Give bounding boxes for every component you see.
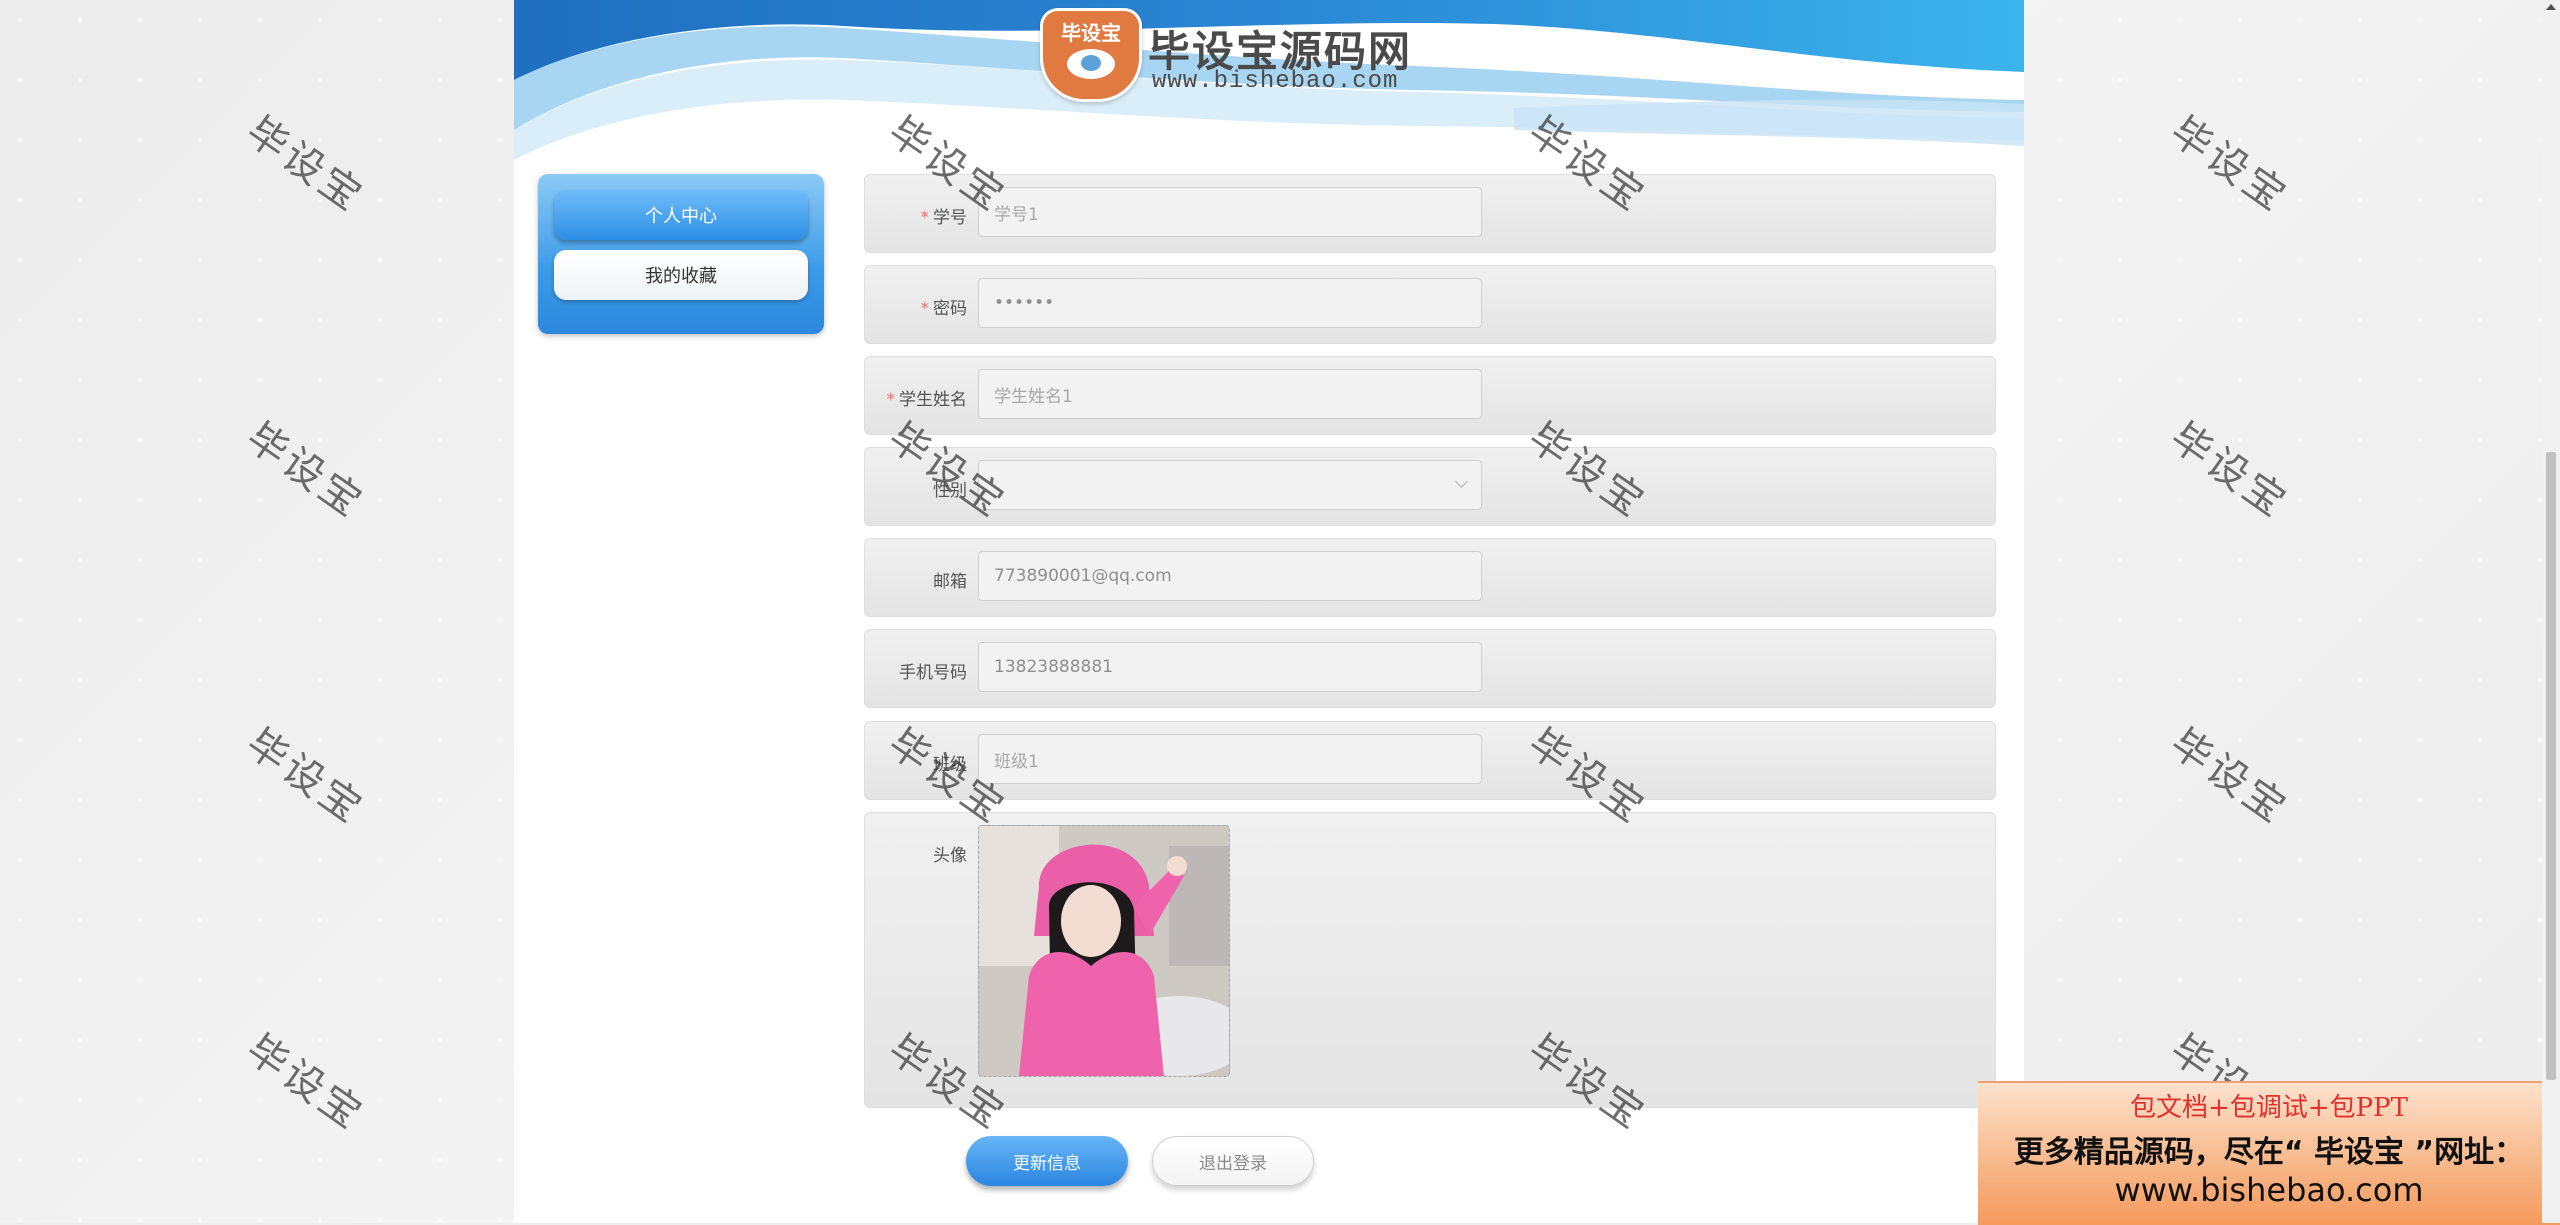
form-row-avatar: 头像 — [864, 812, 1996, 1108]
password-label: * 密码 — [920, 299, 968, 319]
form-row-password: * 密码 — [864, 265, 1996, 344]
form-row-student-name: * 学生姓名 — [864, 356, 1996, 435]
student-no-input[interactable] — [978, 187, 1482, 237]
logo-badge-text: 毕设宝 — [1061, 23, 1121, 45]
password-input[interactable] — [978, 278, 1482, 328]
gender-label: 性别 — [933, 481, 967, 501]
required-mark: * — [920, 299, 930, 319]
sidebar-item-personal-center[interactable]: 个人中心 — [554, 190, 808, 240]
phone-input[interactable] — [978, 642, 1482, 692]
email-label: 邮箱 — [933, 572, 967, 592]
promo-line-services: 包文档+包调试+包PPT — [2130, 1093, 2408, 1123]
update-info-button[interactable]: 更新信息 — [966, 1136, 1128, 1186]
email-input[interactable] — [978, 551, 1482, 601]
gender-select-input[interactable] — [978, 460, 1482, 510]
form-row-email: 邮箱 — [864, 538, 1996, 617]
promo-line-more-source: 更多精品源码，尽在“ 毕设宝 ”网址： — [2013, 1135, 2525, 1170]
form-row-phone: 手机号码 — [864, 629, 1996, 708]
promo-banner[interactable]: 包文档+包调试+包PPT 更多精品源码，尽在“ 毕设宝 ”网址： www.bis… — [1978, 1081, 2560, 1225]
form-row-class: 班级 — [864, 721, 1996, 800]
logo-badge-icon: 毕设宝 — [1040, 8, 1142, 102]
class-input[interactable] — [978, 734, 1482, 784]
form-row-gender: 性别 — [864, 447, 1996, 526]
header-banner: 毕设宝 毕设宝源码网 www.bishebao.com — [514, 0, 2024, 160]
required-mark: * — [886, 390, 896, 410]
gender-select[interactable] — [978, 460, 1482, 510]
promo-line-url: www.bishebao.com — [2114, 1171, 2424, 1209]
site-logo[interactable]: 毕设宝 毕设宝源码网 www.bishebao.com — [1024, 8, 1924, 102]
class-label: 班级 — [933, 755, 967, 775]
logo-url: www.bishebao.com — [1152, 68, 1399, 95]
student-name-label: * 学生姓名 — [886, 390, 968, 410]
student-name-input[interactable] — [978, 369, 1482, 419]
scroll-up-arrow-icon[interactable] — [2546, 4, 2556, 10]
main-page: 毕设宝 毕设宝源码网 www.bishebao.com 个人中心 我的收藏 * 学… — [514, 0, 2024, 1223]
avatar-label: 头像 — [933, 846, 967, 866]
avatar-photo — [979, 826, 1229, 1076]
scrollbar-thumb[interactable] — [2546, 452, 2556, 1080]
logo-eye-shape — [1081, 55, 1101, 71]
avatar-upload[interactable] — [978, 825, 1230, 1077]
logout-button[interactable]: 退出登录 — [1152, 1136, 1314, 1186]
required-mark: * — [920, 208, 930, 228]
user-sidebar-menu: 个人中心 我的收藏 — [538, 174, 824, 334]
phone-label: 手机号码 — [899, 663, 967, 683]
student-no-label: * 学号 — [920, 208, 968, 228]
form-row-student-no: * 学号 — [864, 174, 1996, 253]
page-scrollbar[interactable] — [2542, 0, 2560, 1223]
sidebar-item-my-favorites[interactable]: 我的收藏 — [554, 250, 808, 300]
